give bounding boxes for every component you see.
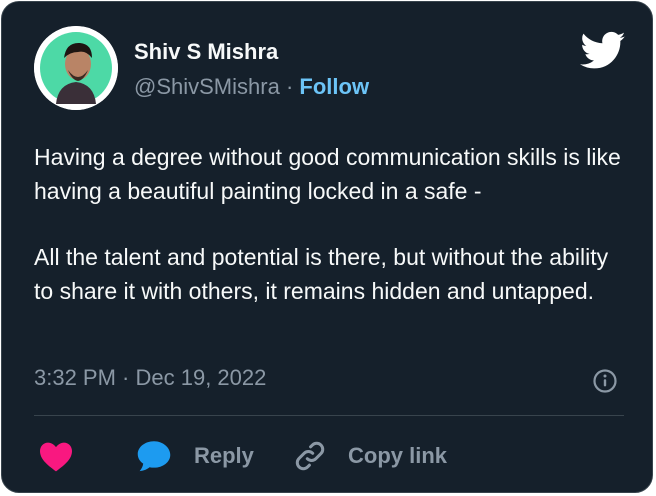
separator: · xyxy=(285,74,294,99)
heart-icon xyxy=(38,440,74,472)
twitter-bird-icon[interactable] xyxy=(580,31,626,71)
tweet-card: Shiv S Mishra @ShivSMishra · Follow Havi… xyxy=(1,1,653,493)
copy-link-label: Copy link xyxy=(348,443,448,468)
user-handle[interactable]: @ShivSMishra xyxy=(134,74,280,99)
reply-button[interactable]: Reply xyxy=(136,438,254,474)
speech-bubble-icon xyxy=(136,439,172,473)
like-button[interactable] xyxy=(38,438,74,474)
link-icon xyxy=(292,438,328,474)
tweet-timestamp[interactable]: 3:32 PM · Dec 19, 2022 xyxy=(34,364,266,392)
copy-link-button[interactable]: Copy link xyxy=(292,438,447,474)
tweet-paragraph-2: All the talent and potential is there, b… xyxy=(34,244,609,304)
tweet-paragraph-1: Having a degree without good communicati… xyxy=(34,144,621,204)
info-icon[interactable] xyxy=(592,368,618,394)
reply-label: Reply xyxy=(194,443,254,468)
avatar[interactable] xyxy=(34,26,118,110)
display-name[interactable]: Shiv S Mishra xyxy=(134,38,278,66)
divider xyxy=(34,415,624,416)
handle-row: @ShivSMishra · Follow xyxy=(134,73,369,101)
tweet-text: Having a degree without good communicati… xyxy=(34,140,630,308)
follow-button[interactable]: Follow xyxy=(299,74,369,99)
action-bar: Reply Copy link xyxy=(34,438,624,474)
